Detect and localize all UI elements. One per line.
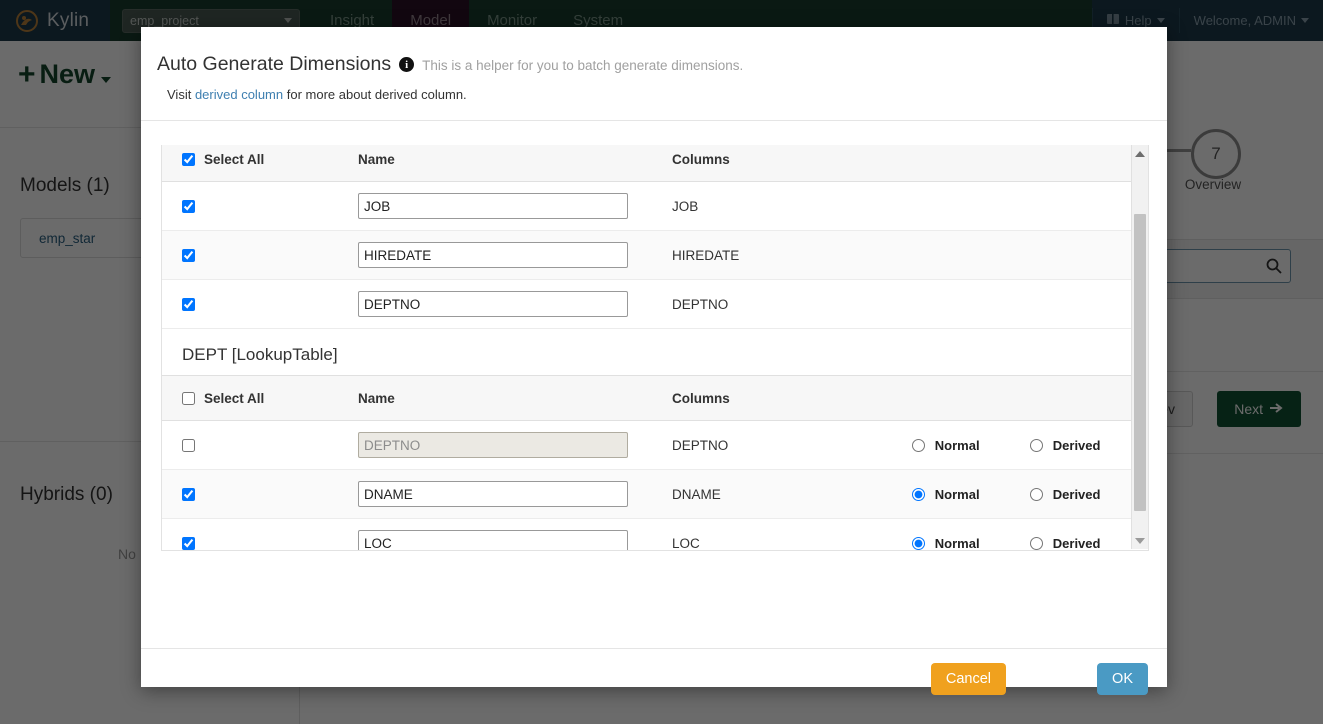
row-column-cell: DEPTNO: [652, 279, 892, 329]
dialog-header: Auto Generate Dimensions i This is a hel…: [141, 27, 1167, 121]
row-normal-cell: Normal: [892, 469, 1010, 519]
vertical-scrollbar[interactable]: [1131, 145, 1148, 549]
columns-header: Columns: [652, 375, 892, 421]
row-normal-cell: Normal: [892, 420, 1010, 470]
row-column-cell: DNAME: [652, 469, 892, 519]
dimension-name-input[interactable]: [358, 530, 628, 550]
row-column-cell: LOC: [652, 518, 892, 550]
row-name-cell: [338, 181, 652, 231]
table-header-row: Select All Name Columns: [162, 375, 1131, 421]
spacer-header: [1010, 375, 1131, 421]
row-empty-cell: [892, 279, 1010, 329]
dimensions-scroll-area[interactable]: Select All Name Columns JOB JOB HIREDATE…: [161, 145, 1149, 551]
select-all-header: Select All: [162, 145, 338, 182]
row-empty-cell: [1010, 230, 1131, 280]
derived-label: Derived: [1052, 486, 1101, 502]
derived-column-link[interactable]: derived column: [195, 87, 283, 102]
name-header: Name: [338, 145, 652, 182]
normal-label: Normal: [934, 437, 980, 453]
row-empty-cell: [892, 181, 1010, 231]
row-derived-cell: Derived: [1010, 469, 1131, 519]
dimension-name-input[interactable]: [358, 193, 628, 219]
row-checkbox-cell: [162, 230, 338, 280]
dimensions-table-group-2: Select All Name Columns DEPTNO DEPTNO No…: [162, 375, 1131, 551]
dimensions-table-group-1: Select All Name Columns JOB JOB HIREDATE…: [162, 145, 1131, 329]
table-row: DEPTNO Normal Derived: [162, 420, 1131, 470]
columns-header: Columns: [652, 145, 892, 182]
select-all-checkbox[interactable]: [182, 152, 195, 166]
row-column-cell: DEPTNO: [652, 420, 892, 470]
scroll-up-arrow-icon[interactable]: [1132, 145, 1148, 162]
table-row: JOB: [162, 181, 1131, 231]
derived-column-hint: Visit derived column for more about deri…: [167, 87, 467, 102]
row-column-cell: JOB: [652, 181, 892, 231]
row-checkbox-cell: [162, 181, 338, 231]
hint-suffix: for more about derived column.: [286, 87, 467, 102]
normal-radio[interactable]: [912, 536, 925, 550]
scroll-down-arrow-icon[interactable]: [1132, 532, 1148, 549]
dialog-title: Auto Generate Dimensions: [157, 53, 392, 75]
row-name-cell: [338, 279, 652, 329]
dialog-body: Select All Name Columns JOB JOB HIREDATE…: [141, 122, 1167, 648]
row-name-cell: [338, 469, 652, 519]
group-title-dept: DEPT [LookupTable]: [162, 329, 1131, 375]
table-row: LOC Normal Derived: [162, 518, 1131, 551]
select-all-checkbox[interactable]: [182, 391, 195, 405]
row-derived-cell: Derived: [1010, 420, 1131, 470]
row-checkbox[interactable]: [182, 298, 195, 312]
select-all-label: Select All: [204, 390, 265, 406]
spacer-header: [1010, 145, 1131, 182]
derived-label: Derived: [1052, 535, 1101, 551]
table-row: DEPTNO: [162, 279, 1131, 329]
row-name-cell: [338, 230, 652, 280]
row-derived-cell: Derived: [1010, 518, 1131, 551]
derived-radio[interactable]: [1030, 536, 1043, 550]
dialog-footer: Cancel OK: [141, 648, 1167, 695]
row-checkbox[interactable]: [182, 200, 195, 214]
row-checkbox-cell: [162, 420, 338, 470]
row-empty-cell: [1010, 279, 1131, 329]
dimension-name-input[interactable]: [358, 242, 628, 268]
dimensions-scroll-content: Select All Name Columns JOB JOB HIREDATE…: [162, 145, 1131, 551]
row-name-cell: [338, 518, 652, 550]
derived-label: Derived: [1052, 437, 1101, 453]
normal-radio[interactable]: [912, 487, 925, 501]
normal-radio[interactable]: [912, 438, 925, 452]
auto-generate-dimensions-dialog: Auto Generate Dimensions i This is a hel…: [141, 27, 1167, 695]
hint-prefix: Visit: [167, 87, 192, 102]
cancel-button[interactable]: Cancel: [930, 663, 1006, 695]
dialog-subtitle: This is a helper for you to batch genera…: [422, 58, 744, 73]
name-header: Name: [338, 375, 652, 421]
row-checkbox[interactable]: [182, 537, 195, 550]
row-checkbox-cell: [162, 469, 338, 519]
derived-radio[interactable]: [1030, 438, 1043, 452]
row-checkbox[interactable]: [182, 439, 195, 453]
normal-label: Normal: [934, 486, 980, 502]
row-empty-cell: [1010, 181, 1131, 231]
ok-button[interactable]: OK: [1097, 663, 1148, 695]
row-checkbox[interactable]: [182, 249, 195, 263]
row-normal-cell: Normal: [892, 518, 1010, 551]
select-all-header: Select All: [162, 375, 338, 421]
scrollbar-thumb[interactable]: [1134, 214, 1146, 511]
row-empty-cell: [892, 230, 1010, 280]
derived-radio[interactable]: [1030, 487, 1043, 501]
row-checkbox[interactable]: [182, 488, 195, 502]
dimension-name-input[interactable]: [358, 481, 628, 507]
row-name-cell: [338, 420, 652, 470]
table-row: DNAME Normal Derived: [162, 469, 1131, 519]
row-checkbox-cell: [162, 279, 338, 329]
row-column-cell: HIREDATE: [652, 230, 892, 280]
row-checkbox-cell: [162, 518, 338, 550]
info-icon[interactable]: i: [399, 57, 415, 72]
dimension-name-input: [358, 432, 628, 458]
table-header-row: Select All Name Columns: [162, 145, 1131, 182]
spacer-header: [892, 375, 1010, 421]
select-all-label: Select All: [204, 151, 265, 167]
normal-label: Normal: [934, 535, 980, 551]
dialog-title-row: Auto Generate Dimensions i This is a hel…: [157, 53, 743, 76]
table-row: HIREDATE: [162, 230, 1131, 280]
spacer-header: [892, 145, 1010, 182]
dimension-name-input[interactable]: [358, 291, 628, 317]
